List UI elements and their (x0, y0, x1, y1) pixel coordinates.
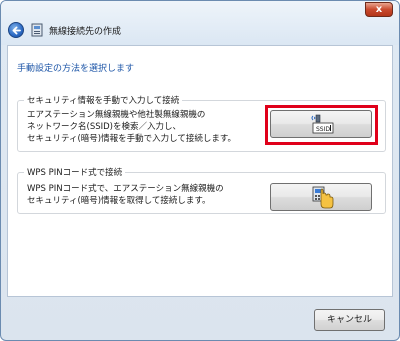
manual-entry-description: エアステーション無線親機や他社製無線親機の ネットワーク名(SSID)を検索／入… (27, 109, 236, 145)
manual-desc-line: ネットワーク名(SSID)を検索／入力し、 (27, 122, 181, 132)
manual-entry-button[interactable]: SSID (270, 110, 372, 138)
window-title: 無線接続先の作成 (49, 27, 122, 37)
wps-desc-line: セキュリティ(暗号)情報を取得して接続します。 (27, 196, 211, 206)
back-arrow-icon (12, 26, 21, 35)
instruction-text: 手動設定の方法を選択します (17, 64, 135, 74)
wizard-window: 無線接続先の作成 x 手動設定の方法を選択します セキュリティ情報を手動で入力し… (0, 0, 400, 341)
wps-pin-hand-icon (312, 186, 334, 209)
manual-entry-legend: セキュリティ情報を手動で入力して接続 (24, 94, 183, 106)
footer-bar: キャンセル (7, 299, 393, 339)
ssid-icon-text: SSID (316, 126, 330, 133)
close-button[interactable]: x (365, 2, 393, 17)
manual-desc-line: エアステーション無線親機や他社製無線親機の (27, 110, 206, 120)
wps-pin-description: WPS PINコード式で、エアステーション無線親機の セキュリティ(暗号)情報を… (27, 183, 224, 207)
cancel-button[interactable]: キャンセル (314, 309, 385, 331)
ssid-keyboard-icon: SSID (311, 114, 334, 134)
manual-desc-line: セキュリティ(暗号)情報を手動で入力して接続します。 (27, 134, 237, 144)
wps-desc-line: WPS PINコード式で、エアステーション無線親機の (27, 184, 224, 194)
content-panel: 手動設定の方法を選択します セキュリティ情報を手動で入力して接続 エアステーショ… (7, 45, 393, 297)
wireless-network-icon (31, 23, 43, 37)
title-bar: 無線接続先の作成 x (1, 1, 399, 45)
back-button[interactable] (8, 22, 24, 38)
wps-pin-legend: WPS PINコード式で接続 (24, 166, 126, 178)
wps-pin-button[interactable] (270, 183, 372, 211)
